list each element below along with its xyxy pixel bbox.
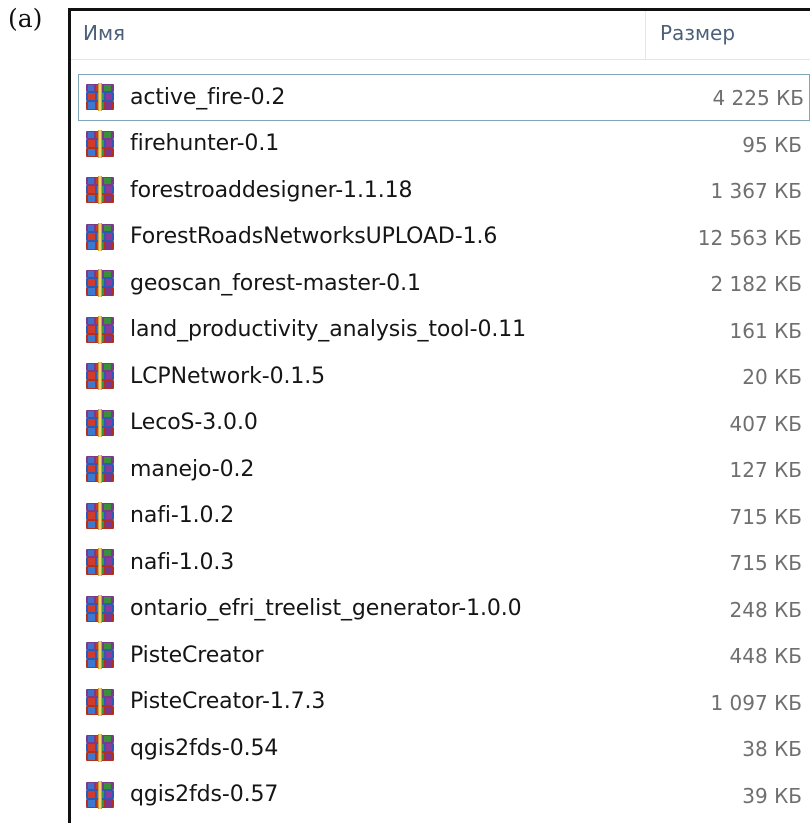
file-name: active_fire-0.2	[130, 84, 286, 110]
file-size: 2 182 КБ	[710, 272, 802, 296]
column-header-bar: Имя Размер	[71, 11, 810, 60]
winrar-archive-icon	[84, 222, 116, 252]
column-header-size[interactable]: Размер	[660, 21, 735, 45]
winrar-archive-icon	[84, 454, 116, 484]
file-name-cell: active_fire-0.2	[84, 80, 285, 114]
file-name: manejo-0.2	[130, 456, 255, 482]
file-name-cell: qgis2fds-0.57	[84, 778, 278, 812]
file-size: 95 КБ	[742, 132, 802, 157]
winrar-archive-icon	[84, 315, 116, 345]
panel-label: (a)	[8, 4, 43, 33]
file-size: 20 КБ	[742, 365, 802, 389]
file-name-cell: nafi-1.0.2	[84, 499, 234, 533]
winrar-archive-icon	[84, 594, 116, 624]
file-name: geoscan_forest-master-0.1	[130, 270, 421, 296]
file-name-cell: PisteCreator-1.7.3	[84, 685, 325, 719]
file-row[interactable]: nafi-1.0.3 715 КБ	[71, 539, 810, 586]
file-name-cell: PisteCreator	[84, 638, 263, 672]
file-size: 407 КБ	[729, 411, 802, 436]
column-separator[interactable]	[645, 11, 646, 59]
winrar-archive-icon	[84, 640, 116, 670]
winrar-archive-icon	[84, 129, 116, 159]
winrar-archive-icon	[84, 268, 116, 298]
winrar-archive-icon	[84, 501, 116, 531]
file-name-cell: ontario_efri_treelist_generator-1.0.0	[84, 592, 522, 626]
winrar-archive-icon	[84, 175, 116, 205]
file-name: LecoS-3.0.0	[130, 410, 258, 435]
file-row[interactable]: qgis2fds-0.54 38 КБ	[71, 725, 810, 772]
file-name: qgis2fds-0.57	[130, 782, 279, 807]
file-row[interactable]: firehunter-0.1 95 КБ	[71, 121, 810, 168]
file-list: active_fire-0.2 4 225 КБ firehunter-0.1 95…	[71, 74, 810, 818]
file-row[interactable]: LCPNetwork-0.1.5 20 КБ	[71, 353, 810, 400]
file-name: LCPNetwork-0.1.5	[130, 363, 326, 389]
file-row[interactable]: ontario_efri_treelist_generator-1.0.0 248…	[71, 586, 810, 633]
file-name: qgis2fds-0.54	[130, 735, 279, 761]
winrar-archive-icon	[84, 361, 116, 391]
file-name: ForestRoadsNetworksUPLOAD-1.6	[130, 224, 498, 249]
file-size: 127 КБ	[729, 458, 802, 482]
file-size: 38 КБ	[742, 737, 802, 761]
file-name-cell: ForestRoadsNetworksUPLOAD-1.6	[84, 220, 497, 254]
file-row[interactable]: PisteCreator 448 КБ	[71, 632, 810, 679]
file-size: 4 225 КБ	[712, 86, 804, 110]
file-size: 12 563 КБ	[697, 225, 802, 250]
file-name-cell: LecoS-3.0.0	[84, 406, 258, 440]
file-row[interactable]: LecoS-3.0.0 407 КБ	[71, 400, 810, 447]
file-row[interactable]: active_fire-0.2 4 225 КБ	[78, 74, 810, 121]
file-size: 1 097 КБ	[710, 690, 802, 715]
file-row[interactable]: nafi-1.0.2 715 КБ	[71, 493, 810, 540]
file-name-cell: land_productivity_analysis_tool-0.11	[84, 313, 526, 347]
file-name-cell: geoscan_forest-master-0.1	[84, 266, 421, 300]
winrar-archive-icon	[84, 408, 116, 438]
file-name: PisteCreator	[130, 642, 264, 668]
winrar-archive-icon	[84, 547, 116, 577]
column-header-name[interactable]: Имя	[83, 21, 125, 45]
file-size: 715 КБ	[729, 504, 802, 529]
file-explorer-list: Имя Размер active_fire-0.2 4 225 КБ fireh…	[68, 8, 810, 823]
winrar-archive-icon	[84, 687, 116, 717]
winrar-archive-icon	[84, 780, 116, 810]
file-name: firehunter-0.1	[130, 131, 280, 156]
winrar-archive-icon	[84, 82, 116, 112]
file-size: 248 КБ	[729, 597, 802, 622]
file-name-cell: qgis2fds-0.54	[84, 731, 278, 765]
winrar-archive-icon	[84, 733, 116, 763]
file-size: 161 КБ	[729, 318, 802, 343]
file-size: 448 КБ	[729, 644, 802, 668]
file-row[interactable]: geoscan_forest-master-0.1 2 182 КБ	[71, 260, 810, 307]
file-name: nafi-1.0.2	[130, 503, 235, 528]
file-size: 715 КБ	[729, 551, 802, 575]
file-name: nafi-1.0.3	[130, 549, 235, 575]
file-name-cell: nafi-1.0.3	[84, 545, 234, 579]
file-name: forestroaddesigner-1.1.18	[130, 177, 413, 203]
file-row[interactable]: ForestRoadsNetworksUPLOAD-1.6 12 563 КБ	[71, 214, 810, 261]
file-name-cell: forestroaddesigner-1.1.18	[84, 173, 413, 207]
file-name-cell: firehunter-0.1	[84, 127, 279, 161]
file-name-cell: manejo-0.2	[84, 452, 254, 486]
file-size: 39 КБ	[742, 783, 802, 808]
file-name-cell: LCPNetwork-0.1.5	[84, 359, 325, 393]
file-name: PisteCreator-1.7.3	[130, 689, 326, 714]
file-row[interactable]: forestroaddesigner-1.1.18 1 367 КБ	[71, 167, 810, 214]
file-size: 1 367 КБ	[710, 179, 802, 203]
file-row[interactable]: qgis2fds-0.57 39 КБ	[71, 772, 810, 819]
file-name: ontario_efri_treelist_generator-1.0.0	[130, 596, 522, 621]
file-row[interactable]: PisteCreator-1.7.3 1 097 КБ	[71, 679, 810, 726]
file-name: land_productivity_analysis_tool-0.11	[130, 317, 527, 342]
file-row[interactable]: land_productivity_analysis_tool-0.11 161 …	[71, 307, 810, 354]
file-row[interactable]: manejo-0.2 127 КБ	[71, 446, 810, 493]
